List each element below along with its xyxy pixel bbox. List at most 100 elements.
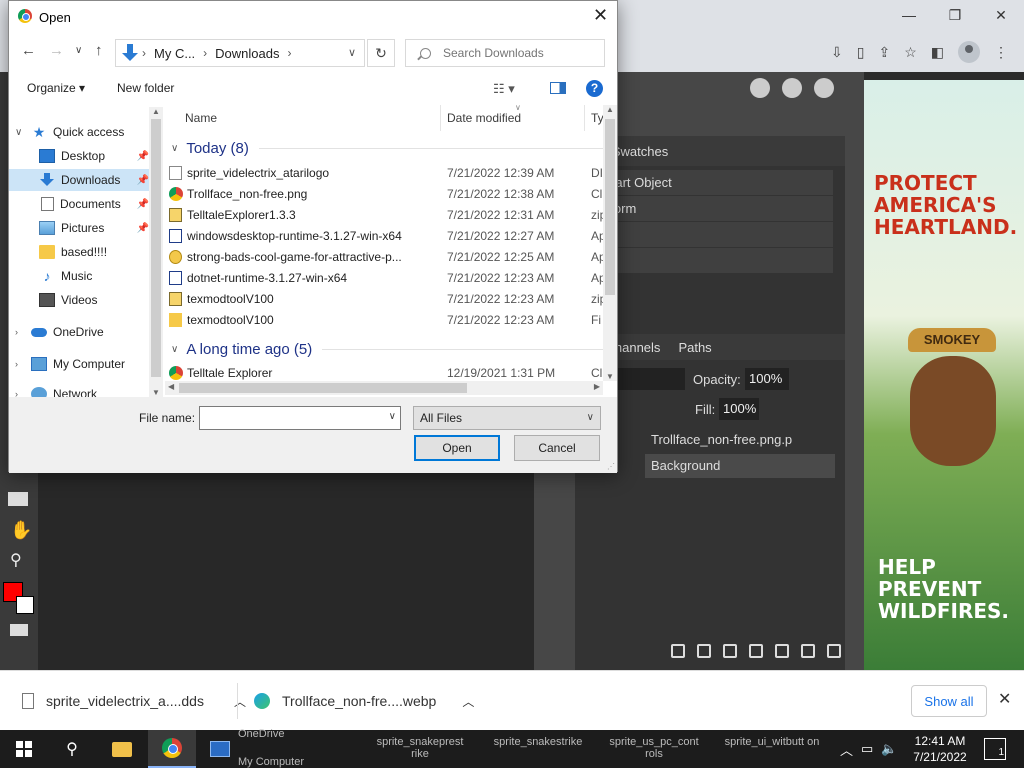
close-icon[interactable]: ✕ <box>593 5 608 26</box>
help-icon[interactable]: ? <box>586 80 603 97</box>
scroll-down-icon[interactable]: ▼ <box>606 372 614 381</box>
close-icon[interactable]: ✕ <box>998 689 1011 709</box>
organize-button[interactable]: Organize ▾ <box>27 81 85 95</box>
chevron-right-icon[interactable]: › <box>15 389 18 397</box>
nav-item-downloads[interactable]: Downloads 📌 <box>9 169 149 191</box>
chevron-down-icon[interactable]: ∨ <box>171 344 178 355</box>
effects-icon[interactable] <box>697 644 711 658</box>
recent-locations-icon[interactable]: ∨ <box>75 45 82 56</box>
open-button[interactable]: Open <box>414 435 500 461</box>
file-row[interactable]: texmodtoolV100 7/21/2022 12:23 AM zip <box>165 289 606 310</box>
reddit-icon[interactable] <box>750 78 770 98</box>
notification-icon[interactable]: 1 <box>984 738 1006 760</box>
chevron-down-icon[interactable]: ∨ <box>389 411 396 422</box>
file-list-scrollbar[interactable]: ▲ ▼ <box>603 105 617 381</box>
chrome-button[interactable] <box>148 730 196 768</box>
nav-item-pictures[interactable]: Pictures 📌 <box>9 217 149 239</box>
download-item[interactable]: Trollface_non-fre....webp ︿ <box>254 685 474 717</box>
view-options-icon[interactable]: ☷ ▾ <box>493 81 515 97</box>
hand-tool-icon[interactable]: ✋ <box>10 520 32 541</box>
page-icon[interactable]: ▯ <box>857 44 865 61</box>
group-header[interactable]: ∨ A long time ago (5) <box>165 338 605 360</box>
volume-icon[interactable]: 🔈 <box>881 741 897 757</box>
address-bar[interactable]: › My C... › Downloads › ∨ <box>115 39 365 67</box>
refresh-icon[interactable]: ↻ <box>367 39 395 67</box>
new-layer-icon[interactable] <box>801 644 815 658</box>
restore-icon[interactable]: ❐ <box>932 0 978 30</box>
background-color-swatch[interactable] <box>16 596 34 614</box>
chevron-up-icon[interactable]: ︿ <box>234 693 246 710</box>
mask-icon[interactable] <box>749 644 763 658</box>
layer-item[interactable]: Background <box>645 454 835 478</box>
network-icon[interactable]: ▭ <box>861 741 873 757</box>
nav-item-videos[interactable]: Videos <box>9 289 149 311</box>
chevron-down-icon[interactable]: ∨ <box>348 46 356 59</box>
file-row[interactable]: TelltaleExplorer1.3.3 7/21/2022 12:31 AM… <box>165 205 606 226</box>
rect-tool-icon[interactable] <box>8 492 28 506</box>
download-item[interactable]: sprite_videlectrix_a....dds ︿ <box>22 685 246 717</box>
scroll-left-icon[interactable]: ◀ <box>168 382 174 391</box>
opacity-value[interactable]: 100% <box>745 368 789 390</box>
forward-arrow-icon[interactable]: → <box>49 42 64 59</box>
minimize-icon[interactable]: — <box>886 0 932 30</box>
file-row[interactable]: sprite_videlectrix_atarilogo 7/21/2022 1… <box>165 163 605 184</box>
horizontal-scrollbar[interactable]: ◀ ▶ <box>165 381 603 395</box>
chevron-down-icon[interactable]: ∨ <box>15 127 22 138</box>
profile-avatar-icon[interactable] <box>958 41 980 63</box>
scroll-up-icon[interactable]: ▲ <box>606 105 614 114</box>
chevron-up-icon[interactable]: ︿ <box>840 740 853 759</box>
clock[interactable]: 12:41 AM 7/21/2022 <box>908 733 972 765</box>
nav-item-based[interactable]: based!!!! <box>9 241 149 263</box>
breadcrumb-item[interactable]: My C... <box>154 46 195 61</box>
file-row[interactable]: windowsdesktop-runtime-3.1.27-win-x64 7/… <box>165 226 606 247</box>
nav-item-network[interactable]: › Network <box>9 383 149 397</box>
start-button[interactable] <box>0 730 48 768</box>
nav-item-quick-access[interactable]: ∨ ★ Quick access <box>9 121 149 143</box>
nav-pane-scrollbar[interactable]: ▲ ▼ <box>149 107 163 397</box>
chevron-down-icon[interactable]: ∨ <box>171 143 178 154</box>
twitter-icon[interactable] <box>782 78 802 98</box>
fill-value[interactable]: 100% <box>719 398 759 420</box>
search-box[interactable] <box>405 39 605 67</box>
cancel-button[interactable]: Cancel <box>514 435 600 461</box>
up-arrow-icon[interactable]: ↑ <box>95 42 103 59</box>
folder-icon[interactable] <box>775 644 789 658</box>
share-icon[interactable]: ⇪ <box>878 44 890 61</box>
nav-item-music[interactable]: ♪ Music <box>9 265 149 287</box>
tab-paths[interactable]: Paths <box>678 340 711 355</box>
scrollbar-thumb[interactable] <box>179 383 467 393</box>
search-icon[interactable]: ⚲ <box>48 730 96 768</box>
nav-item-documents[interactable]: Documents 📌 <box>9 193 149 215</box>
keyboard-icon[interactable] <box>10 624 28 636</box>
preview-pane-icon[interactable] <box>550 82 566 94</box>
file-row[interactable]: strong-bads-cool-game-for-attractive-p..… <box>165 247 606 268</box>
file-explorer-button[interactable] <box>98 730 146 768</box>
adjustment-icon[interactable] <box>723 644 737 658</box>
download-tray-icon[interactable]: ⇩ <box>831 44 843 61</box>
nav-item-onedrive[interactable]: › OneDrive <box>9 321 149 343</box>
scroll-up-icon[interactable]: ▲ <box>152 107 160 116</box>
link-icon[interactable] <box>671 644 685 658</box>
group-header[interactable]: ∨ Today (8) <box>165 137 605 159</box>
back-arrow-icon[interactable]: ← <box>21 42 36 59</box>
file-row[interactable]: Trollface_non-free.png 7/21/2022 12:38 A… <box>165 184 605 205</box>
zoom-tool-icon[interactable]: ⚲ <box>10 550 22 570</box>
nav-item-my-computer[interactable]: › My Computer <box>9 353 149 375</box>
file-type-select[interactable]: All Files ∨ <box>413 406 601 430</box>
trash-icon[interactable] <box>827 644 841 658</box>
search-input[interactable] <box>443 46 593 60</box>
close-window-icon[interactable]: ✕ <box>978 0 1024 30</box>
chevron-up-icon[interactable]: ︿ <box>462 693 474 710</box>
scroll-down-icon[interactable]: ▼ <box>152 388 160 397</box>
layer-item[interactable]: Trollface_non-free.png.p <box>645 428 835 452</box>
resize-grip-icon[interactable]: ⋰ <box>607 462 615 471</box>
breadcrumb-item[interactable]: Downloads <box>215 46 279 61</box>
tab-swatches[interactable]: Swatches <box>612 144 668 159</box>
chevron-right-icon[interactable]: › <box>15 327 18 337</box>
kebab-menu-icon[interactable]: ⋮ <box>994 44 1008 61</box>
scrollbar-thumb[interactable] <box>151 119 161 377</box>
side-panel-icon[interactable]: ◧ <box>931 44 944 61</box>
editor-canvas[interactable] <box>38 472 534 670</box>
bookmark-star-icon[interactable]: ☆ <box>904 44 917 61</box>
nav-item-desktop[interactable]: Desktop 📌 <box>9 145 149 167</box>
